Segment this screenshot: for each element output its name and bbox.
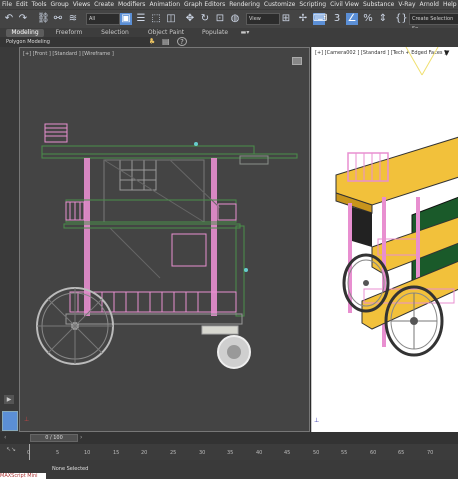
edit-named-selection-icon[interactable]: {}: [395, 13, 408, 25]
select-by-name-icon[interactable]: ☰: [135, 13, 147, 25]
menu-file[interactable]: File: [2, 1, 12, 8]
camera-render-cart: [335, 47, 458, 357]
tick-label: 65: [398, 450, 405, 456]
help-icon[interactable]: ?: [177, 37, 187, 46]
tick-label: 35: [227, 450, 234, 456]
menu-bar: File Edit Tools Group Views Create Modif…: [0, 0, 458, 9]
reference-coordinate-dropdown[interactable]: View: [246, 13, 280, 25]
menu-customize[interactable]: Customize: [264, 1, 296, 8]
snaps-toggle-icon[interactable]: 3: [331, 13, 343, 25]
tab-populate[interactable]: Populate: [198, 29, 232, 37]
menu-rendering[interactable]: Rendering: [229, 1, 260, 8]
viewport-layout-icon[interactable]: [2, 411, 18, 431]
track-bar[interactable]: ↖↘ 0 5 10 15 20 25 30 35 40 45 50 55 60 …: [0, 444, 458, 460]
select-rotate-icon[interactable]: ↻: [199, 13, 211, 25]
tab-selection[interactable]: Selection: [98, 29, 132, 37]
maxscript-listener[interactable]: MAXScript Mini: [0, 473, 46, 479]
axis-tripod-icon: ⊥: [314, 417, 320, 424]
ribbon-list-icon[interactable]: ▤: [162, 37, 172, 46]
link-icon[interactable]: ⛓: [37, 13, 50, 25]
ribbon-options-icon[interactable]: ▬▾: [238, 29, 252, 37]
track-ticks: 0 5 10 15 20 25 30 35 40 45 50 55 60 65 …: [27, 444, 458, 460]
unlink-icon[interactable]: ⚯: [52, 13, 64, 25]
tick-label: 55: [341, 450, 348, 456]
menu-views[interactable]: Views: [73, 1, 90, 8]
tick-label: 15: [113, 450, 120, 456]
ribbon-panel: Polygon Modeling: [0, 37, 150, 47]
menu-civil-view[interactable]: Civil View: [330, 1, 359, 8]
menu-tools[interactable]: Tools: [32, 1, 47, 8]
window-crossing-icon[interactable]: ◫: [165, 13, 177, 25]
front-wireframe-cart: [36, 123, 298, 369]
tick-label: 30: [199, 450, 206, 456]
menu-edit[interactable]: Edit: [16, 1, 28, 8]
axis-tripod-icon: ⊥: [24, 416, 30, 423]
bind-space-warp-icon[interactable]: ≋: [67, 13, 79, 25]
prev-frame-icon[interactable]: ‹: [4, 434, 6, 441]
tab-freeform[interactable]: Freeform: [52, 29, 86, 37]
tab-modeling[interactable]: Modeling: [6, 29, 44, 37]
tick-label: 60: [370, 450, 377, 456]
menu-substance[interactable]: Substance: [363, 1, 394, 8]
angle-snap-icon[interactable]: ∠: [346, 13, 358, 25]
placement-icon[interactable]: ◍: [229, 13, 241, 25]
tick-label: 0: [27, 450, 31, 456]
menu-help[interactable]: Help: [443, 1, 457, 8]
tick-label: 50: [313, 450, 320, 456]
front-viewport[interactable]: [+] [Front ] [Standard ] [Wireframe ] ⊥: [19, 47, 310, 432]
next-frame-icon[interactable]: ›: [80, 434, 82, 441]
percent-snap-icon[interactable]: %: [362, 13, 374, 25]
menu-scripting[interactable]: Scripting: [299, 1, 326, 8]
menu-animation[interactable]: Animation: [149, 1, 180, 8]
camera-viewport[interactable]: [+] [Camera002 ] [Standard ] [Tech + Edg…: [311, 47, 458, 432]
select-move-icon[interactable]: ✥: [184, 13, 196, 25]
pivot-center-icon[interactable]: ⊞: [280, 13, 292, 25]
mini-curve-editor-icon[interactable]: ↖↘: [6, 446, 16, 453]
selection-status-text: None Selected: [52, 466, 89, 472]
select-scale-icon[interactable]: ⊡: [214, 13, 226, 25]
menu-modifiers[interactable]: Modifiers: [118, 1, 145, 8]
keyboard-shortcut-override-icon[interactable]: ⌨: [313, 13, 327, 25]
menu-group[interactable]: Group: [50, 1, 68, 8]
play-icon[interactable]: ▶: [4, 395, 14, 404]
time-slider-thumb[interactable]: 0 / 100: [30, 434, 78, 442]
menu-graph-editors[interactable]: Graph Editors: [184, 1, 225, 8]
menu-vray[interactable]: V-Ray: [398, 1, 415, 8]
named-selection-set-field[interactable]: Create Selection Se: [409, 13, 458, 32]
selection-filter-dropdown[interactable]: All: [86, 13, 120, 25]
tick-label: 25: [170, 450, 177, 456]
tick-label: 10: [84, 450, 91, 456]
tab-object-paint[interactable]: Object Paint: [146, 29, 186, 37]
manipulate-icon[interactable]: ✢: [297, 13, 309, 25]
redo-icon[interactable]: ↷: [17, 13, 29, 25]
tick-label: 40: [256, 450, 263, 456]
undo-icon[interactable]: ↶: [3, 13, 15, 25]
spinner-snap-icon[interactable]: ⇕: [377, 13, 389, 25]
tick-label: 45: [284, 450, 291, 456]
menu-create[interactable]: Create: [94, 1, 114, 8]
polygon-modeling-label[interactable]: Polygon Modeling: [6, 39, 50, 45]
main-toolbar: ↶ ↷ ⛓ ⚯ ≋ All ▣ ☰ ⬚ ◫ ✥ ↻ ⊡ ◍ View ⊞ ✢ ⌨…: [0, 9, 458, 32]
rect-selection-icon[interactable]: ⬚: [150, 13, 162, 25]
select-object-icon[interactable]: ▣: [120, 13, 132, 25]
tick-label: 70: [427, 450, 434, 456]
tick-label: 5: [56, 450, 60, 456]
menu-arnold[interactable]: Arnold: [420, 1, 439, 8]
tick-label: 20: [141, 450, 148, 456]
left-strip: ▶: [0, 47, 19, 432]
